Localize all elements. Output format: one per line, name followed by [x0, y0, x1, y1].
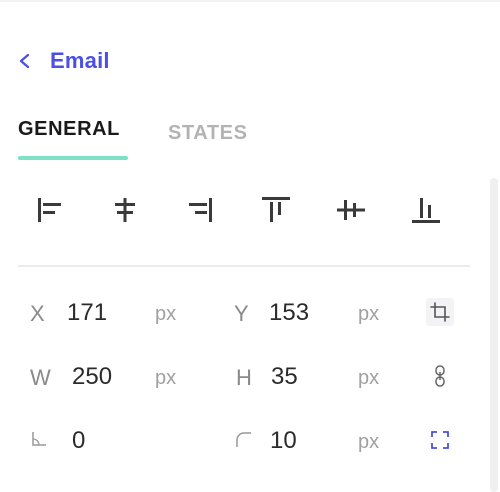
x-value-input[interactable]: 171: [67, 299, 107, 327]
w-unit: px: [155, 367, 177, 389]
h-value-input[interactable]: 35: [271, 363, 298, 391]
back-header[interactable]: Email: [18, 44, 110, 78]
link-icon: [435, 365, 445, 387]
alignment-toolbar: [18, 190, 470, 238]
tab-states[interactable]: STATES: [168, 122, 248, 145]
radius-value-input[interactable]: 10: [270, 427, 297, 455]
crop-icon: [430, 302, 450, 322]
align-bottom-button[interactable]: [406, 190, 446, 230]
x-label: X: [30, 301, 45, 326]
scrollbar[interactable]: [490, 178, 498, 492]
corner-radius-icon: [232, 428, 254, 450]
align-right-button[interactable]: [180, 190, 220, 230]
align-horizontal-center-icon: [115, 198, 135, 222]
independent-corners-button[interactable]: [426, 426, 454, 454]
align-left-icon: [38, 198, 61, 222]
h-label: H: [236, 365, 252, 390]
y-label: Y: [234, 301, 249, 326]
align-horizontal-center-button[interactable]: [105, 190, 145, 230]
tab-general[interactable]: GENERAL: [18, 118, 120, 141]
align-vertical-center-button[interactable]: [331, 190, 371, 230]
w-value-input[interactable]: 250: [72, 363, 112, 391]
top-divider: [0, 0, 500, 2]
tab-bar: GENERAL STATES: [18, 118, 478, 162]
properties-panel: Email GENERAL STATES X 171 px Y 153 px W…: [0, 0, 500, 492]
align-top-button[interactable]: [256, 190, 296, 230]
element-title: Email: [50, 48, 110, 73]
y-value-input[interactable]: 153: [269, 299, 309, 327]
x-unit: px: [155, 303, 177, 325]
align-vertical-center-icon: [337, 200, 365, 220]
h-unit: px: [358, 367, 380, 389]
chevron-left-icon[interactable]: [18, 54, 32, 68]
section-divider: [18, 265, 470, 267]
expand-corners-icon: [431, 431, 449, 449]
crop-button[interactable]: [426, 298, 454, 326]
w-label: W: [30, 365, 51, 390]
align-right-icon: [189, 198, 212, 222]
align-left-button[interactable]: [30, 190, 70, 230]
active-tab-indicator: [18, 156, 128, 160]
y-unit: px: [358, 303, 380, 325]
rotation-angle-icon: [28, 428, 50, 450]
align-bottom-icon: [412, 198, 440, 223]
rotation-value-input[interactable]: 0: [72, 427, 85, 455]
align-top-icon: [262, 197, 290, 222]
radius-unit: px: [358, 431, 380, 453]
constrain-proportions-button[interactable]: [426, 362, 454, 390]
